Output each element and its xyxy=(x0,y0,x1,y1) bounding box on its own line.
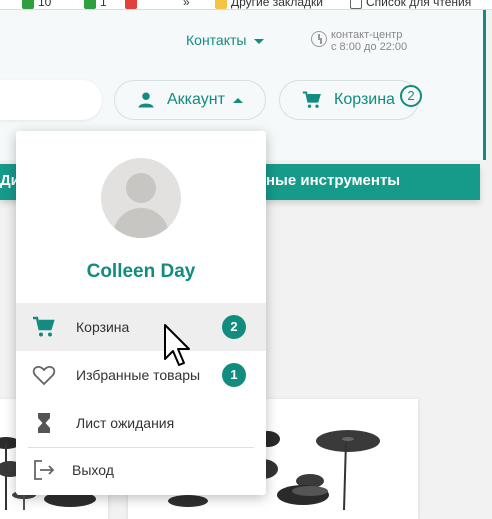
other-bookmarks[interactable]: Другие закладки xyxy=(215,0,323,9)
bookmark-item[interactable]: 10 xyxy=(22,0,51,9)
account-dropdown-menu: Colleen Day Корзина 2 Избранные товары 1… xyxy=(16,131,266,495)
clock-icon xyxy=(311,31,327,47)
logout-icon xyxy=(34,460,55,480)
bookmark-favicon-icon xyxy=(125,0,137,9)
menu-item-label: Выход xyxy=(72,462,114,478)
bookmark-favicon-icon xyxy=(22,0,34,9)
bookmark-label: 10 xyxy=(38,0,52,9)
avatar xyxy=(101,158,181,238)
bookmark-item[interactable] xyxy=(125,0,141,9)
reading-list[interactable]: Список для чтения xyxy=(350,0,471,9)
search-input[interactable] xyxy=(0,80,102,120)
bookmark-item[interactable]: 1 xyxy=(84,0,107,9)
user-name: Colleen Day xyxy=(86,261,196,282)
mouse-pointer-icon xyxy=(164,324,190,366)
cart-count-badge: 2 xyxy=(400,85,422,107)
menu-item-cart[interactable]: Корзина 2 xyxy=(16,303,266,351)
chevron-down-icon xyxy=(254,38,265,44)
contacts-dropdown[interactable]: Контакты xyxy=(186,32,265,48)
reading-list-icon xyxy=(350,0,362,9)
working-hours: с 8:00 до 22:00 xyxy=(331,41,408,53)
menu-item-label: Лист ожидания xyxy=(76,415,175,431)
contact-center-label: контакт-центр xyxy=(331,29,403,41)
bookmarks-overflow[interactable]: » xyxy=(183,0,190,9)
cart-button[interactable]: Корзина xyxy=(279,80,419,120)
account-button[interactable]: Аккаунт xyxy=(114,80,266,120)
favorites-count-badge: 1 xyxy=(222,363,246,387)
menu-item-logout[interactable]: Выход xyxy=(16,446,266,494)
nav-item-instruments[interactable]: ные инструменты xyxy=(266,172,400,189)
cart-icon xyxy=(33,316,55,337)
menu-item-label: Избранные товары xyxy=(76,367,201,383)
cart-icon xyxy=(302,91,321,108)
menu-item-label: Корзина xyxy=(76,319,130,335)
folder-icon xyxy=(215,0,227,9)
cart-count-badge: 2 xyxy=(222,315,246,339)
user-icon xyxy=(138,92,154,108)
account-label: Аккаунт xyxy=(167,91,225,108)
cart-label: Корзина xyxy=(334,91,395,108)
contacts-label: Контакты xyxy=(186,32,247,48)
bookmarks-bar: 10 1 » Другие закладки Список для чтения xyxy=(0,0,492,10)
chevron-up-icon xyxy=(232,97,243,103)
menu-item-favorites[interactable]: Избранные товары 1 xyxy=(16,351,266,399)
bookmark-favicon-icon xyxy=(84,0,96,9)
menu-item-waitlist[interactable]: Лист ожидания xyxy=(16,399,266,447)
contact-center-info: контакт-центр с 8:00 до 22:00 xyxy=(311,29,407,53)
bookmark-label: 1 xyxy=(100,0,107,9)
hourglass-icon xyxy=(38,413,50,433)
heart-icon xyxy=(32,366,56,386)
